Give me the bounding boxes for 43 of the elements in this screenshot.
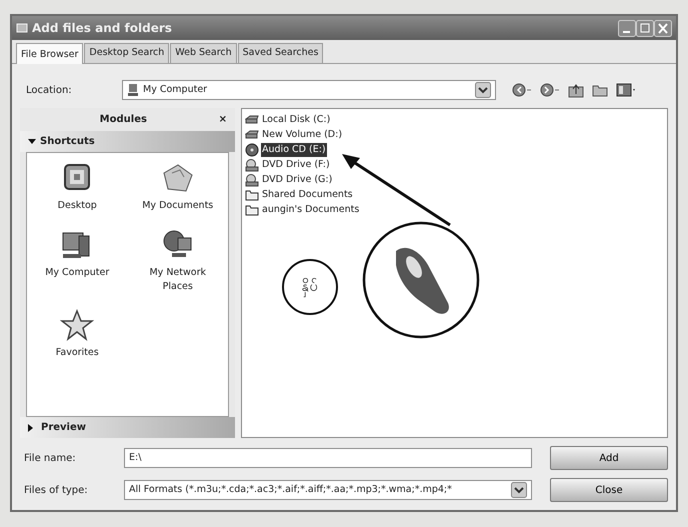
file-item[interactable]: DVD Drive (G:)	[261, 172, 334, 187]
tab[interactable]: Desktop Search	[84, 43, 170, 64]
location-label: Location:	[25, 84, 73, 98]
star-icon[interactable]	[59, 308, 96, 342]
disc-drive-icon	[245, 172, 259, 187]
minimize-icon[interactable]	[618, 20, 636, 36]
file-item[interactable]: New Volume (D:)	[261, 128, 344, 142]
up-folder-icon[interactable]	[568, 82, 584, 98]
file-item[interactable]: aungin's Documents	[261, 202, 360, 217]
computer-icon	[127, 83, 139, 98]
maximize-icon[interactable]	[636, 20, 654, 36]
file-type-label: Files of type:	[23, 484, 89, 498]
file-item[interactable]: DVD Drive (F:)	[261, 158, 331, 172]
close-button[interactable]: Close	[550, 478, 668, 502]
window-title: Add files and folders	[32, 20, 172, 37]
disc-icon	[245, 142, 259, 157]
shortcut-label[interactable]: Desktop	[58, 199, 97, 214]
file-item[interactable]: Shared Documents	[261, 188, 354, 202]
modules-title: Modules	[98, 113, 148, 128]
close-icon[interactable]	[654, 20, 672, 36]
file-item[interactable]: Local Disk (C:)	[261, 112, 332, 127]
disc-drive-icon	[245, 158, 259, 172]
window-icon	[16, 22, 28, 34]
tab[interactable]: Saved Searches	[238, 43, 324, 64]
location-dropdown[interactable]: My Computer	[122, 80, 496, 100]
add-button[interactable]: Add	[550, 446, 668, 470]
tab[interactable]: File Browser	[16, 43, 84, 64]
file-item[interactable]: Audio CD (E:)	[261, 142, 327, 157]
close-button[interactable]: ×	[218, 112, 227, 128]
view-menu-icon[interactable]	[616, 83, 636, 98]
file-name-field[interactable]: E:\	[124, 448, 532, 468]
file-name-label: File name:	[23, 452, 77, 466]
back-icon[interactable]	[512, 82, 532, 98]
section-header[interactable]: Preview	[20, 417, 235, 438]
shortcut-label[interactable]: Favorites	[56, 346, 99, 360]
file-type-field[interactable]: All Formats (*.m3u;*.cda;*.ac3;*.aif;*.aiff;*.aa;*.mp3;*.wma;*.mp4;*	[124, 480, 532, 500]
annotation-text: နှိပ်	[302, 276, 318, 298]
tab[interactable]: Web Search	[170, 43, 237, 64]
shortcut-label[interactable]: My Computer	[45, 266, 110, 280]
shortcut-label[interactable]: My Documents	[142, 199, 214, 214]
section-header[interactable]: Shortcuts	[20, 131, 235, 152]
forward-icon[interactable]	[540, 82, 560, 98]
shortcut-label[interactable]: My Network Places	[138, 266, 218, 294]
